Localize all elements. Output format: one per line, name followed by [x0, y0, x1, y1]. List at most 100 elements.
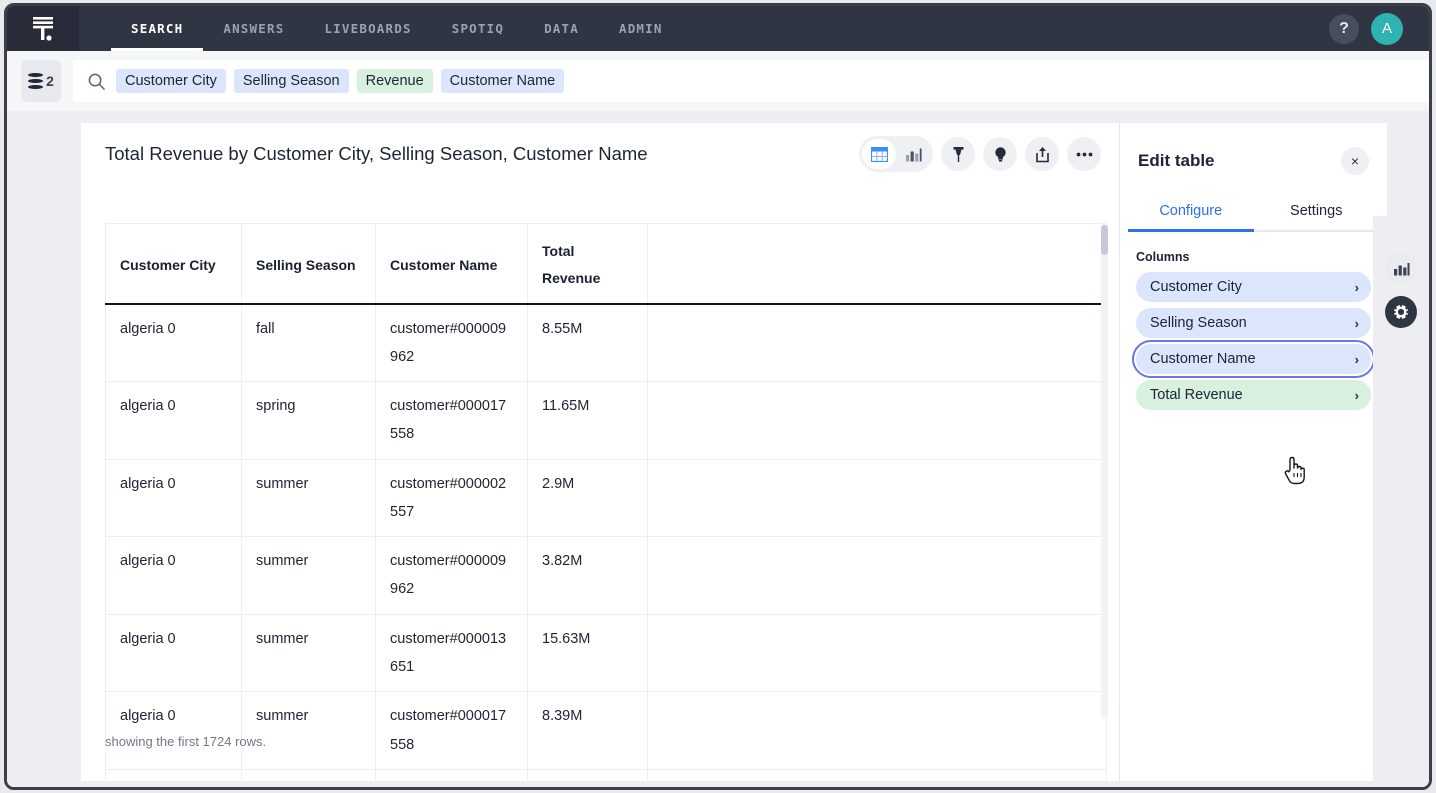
data-source-count: 2 [46, 73, 54, 89]
right-rail [1373, 216, 1429, 787]
cell-empty [648, 614, 1107, 692]
table-scrollbar-thumb[interactable] [1101, 225, 1108, 255]
pin-icon [951, 146, 966, 163]
avatar-initial: A [1382, 20, 1392, 37]
cell-selling-season: fall [242, 304, 376, 382]
cell-total-revenue: 15.63M [528, 614, 648, 692]
search-chip-customer-city[interactable]: Customer City [116, 69, 226, 93]
table-scrollbar[interactable] [1101, 223, 1108, 719]
table-row[interactable]: algeria 0 summer customer#000017558 8.39… [106, 692, 1107, 770]
column-item-total-revenue[interactable]: Total Revenue › [1136, 380, 1371, 410]
cell-total-revenue: 4.66M [528, 769, 648, 790]
chevron-right-icon: › [1355, 388, 1359, 403]
table-row[interactable]: algeria 0 summer customer#000002557 2.9M [106, 459, 1107, 537]
column-header-selling-season[interactable]: Selling Season [242, 224, 376, 304]
column-header-empty[interactable] [648, 224, 1107, 304]
cell-customer-city: algeria 0 [106, 537, 242, 615]
database-icon [28, 73, 43, 90]
table-row[interactable]: algeria 0 winter customer#000013 4.66M [106, 769, 1107, 790]
panel-tabs: Configure Settings [1120, 195, 1387, 232]
share-icon [1035, 146, 1050, 163]
table-head: Customer City Selling Season Customer Na… [106, 224, 1107, 304]
table-settings-button[interactable] [1385, 296, 1417, 328]
table-view-button[interactable] [862, 139, 896, 169]
results-table: Customer City Selling Season Customer Na… [105, 223, 1107, 790]
table-row[interactable]: algeria 0 spring customer#000017558 11.6… [106, 382, 1107, 460]
nav-item-data[interactable]: DATA [524, 6, 599, 51]
help-icon[interactable]: ? [1329, 14, 1359, 44]
more-options-button[interactable] [1067, 137, 1101, 171]
cell-empty [648, 459, 1107, 537]
search-chip-selling-season[interactable]: Selling Season [234, 69, 349, 93]
top-navigation-bar: SEARCH ANSWERS LIVEBOARDS SPOTIQ DATA AD… [7, 6, 1429, 51]
lightbulb-icon [993, 146, 1008, 163]
edit-table-panel: Edit table × Configure Settings Columns … [1119, 123, 1387, 781]
spotiq-insights-button[interactable] [983, 137, 1017, 171]
nav-item-admin[interactable]: ADMIN [599, 6, 683, 51]
cell-customer-name: customer#000017558 [376, 692, 528, 770]
tab-settings[interactable]: Settings [1254, 195, 1380, 232]
cell-total-revenue: 3.82M [528, 537, 648, 615]
table-header-row: Customer City Selling Season Customer Na… [106, 224, 1107, 304]
column-item-label: Selling Season [1150, 315, 1247, 331]
cell-total-revenue: 8.55M [528, 304, 648, 382]
tab-configure[interactable]: Configure [1128, 195, 1254, 232]
results-table-wrapper: Customer City Selling Season Customer Na… [105, 223, 1107, 719]
answer-toolbar [859, 136, 1101, 172]
table-row[interactable]: algeria 0 fall customer#000009962 8.55M [106, 304, 1107, 382]
view-toggle-group [859, 136, 933, 172]
nav-label: ANSWERS [223, 21, 284, 36]
cell-customer-name: customer#000013 [376, 769, 528, 790]
search-chip-customer-name[interactable]: Customer Name [441, 69, 565, 93]
data-source-button[interactable]: 2 [21, 60, 61, 102]
nav-item-spotiq[interactable]: SPOTIQ [432, 6, 524, 51]
column-header-customer-name[interactable]: Customer Name [376, 224, 528, 304]
cell-selling-season: summer [242, 537, 376, 615]
cell-empty [648, 382, 1107, 460]
column-item-selling-season[interactable]: Selling Season › [1136, 308, 1371, 338]
chart-settings-icon [1393, 261, 1410, 276]
panel-body: Columns Customer City › Selling Season ›… [1120, 232, 1387, 410]
cell-customer-name: customer#000009962 [376, 304, 528, 382]
search-chip-revenue[interactable]: Revenue [357, 69, 433, 93]
column-header-total-revenue[interactable]: Total Revenue [528, 224, 648, 304]
cell-customer-name: customer#000009962 [376, 537, 528, 615]
pin-button[interactable] [941, 137, 975, 171]
table-icon [871, 147, 888, 162]
column-item-customer-city[interactable]: Customer City › [1136, 272, 1371, 302]
cell-total-revenue: 8.39M [528, 692, 648, 770]
cell-empty [648, 769, 1107, 790]
cell-empty [648, 692, 1107, 770]
column-item-customer-name[interactable]: Customer Name › [1136, 344, 1371, 374]
share-button[interactable] [1025, 137, 1059, 171]
column-header-customer-city[interactable]: Customer City [106, 224, 242, 304]
app-logo[interactable] [7, 6, 79, 51]
nav-item-search[interactable]: SEARCH [111, 6, 203, 51]
avatar[interactable]: A [1371, 13, 1403, 45]
cell-customer-city: algeria 0 [106, 382, 242, 460]
column-item-label: Customer Name [1150, 351, 1256, 367]
close-icon[interactable]: × [1341, 147, 1369, 175]
search-bar-row: 2 Customer City Selling Season Revenue C… [7, 51, 1429, 111]
help-label: ? [1339, 20, 1349, 38]
chevron-right-icon: › [1355, 280, 1359, 295]
chart-settings-button[interactable] [1385, 252, 1417, 284]
cell-customer-name: customer#000002557 [376, 459, 528, 537]
table-row[interactable]: algeria 0 summer customer#000009962 3.82… [106, 537, 1107, 615]
page-title: Total Revenue by Customer City, Selling … [105, 143, 648, 165]
nav-label: ADMIN [619, 21, 663, 36]
column-item-label: Customer City [1150, 279, 1242, 295]
answer-canvas: Total Revenue by Customer City, Selling … [7, 111, 1429, 787]
panel-title: Edit table [1138, 151, 1215, 171]
chart-view-button[interactable] [896, 139, 930, 169]
column-item-label: Total Revenue [1150, 387, 1243, 403]
cell-customer-name: customer#000017558 [376, 382, 528, 460]
nav-item-answers[interactable]: ANSWERS [203, 6, 304, 51]
search-input[interactable]: Customer City Selling Season Revenue Cus… [73, 60, 1429, 102]
nav-right-actions: ? A [1329, 6, 1429, 51]
rows-note: showing the first 1724 rows. [105, 734, 266, 749]
nav-item-liveboards[interactable]: LIVEBOARDS [304, 6, 431, 51]
cell-selling-season: summer [242, 614, 376, 692]
app-window: SEARCH ANSWERS LIVEBOARDS SPOTIQ DATA AD… [4, 3, 1432, 790]
table-row[interactable]: algeria 0 summer customer#000013651 15.6… [106, 614, 1107, 692]
